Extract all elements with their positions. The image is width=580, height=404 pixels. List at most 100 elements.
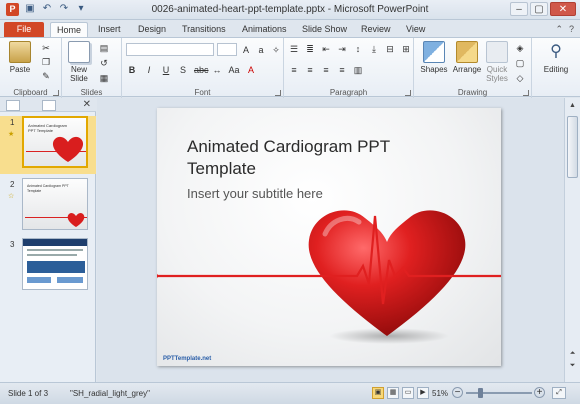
reset-icon[interactable]: ↺	[98, 57, 110, 69]
next-slide-icon[interactable]: ⏷	[567, 360, 578, 371]
close-pane-icon[interactable]: ✕	[83, 99, 91, 110]
smartart-icon[interactable]: ⊞	[400, 43, 412, 55]
slide-thumbnail-3[interactable]: 3	[0, 238, 96, 296]
drawing-launcher-icon[interactable]	[523, 90, 529, 96]
theme-name[interactable]: "SH_radial_light_grey"	[70, 389, 150, 398]
slide-title[interactable]: Animated Cardiogram PPT Template	[187, 136, 427, 180]
slide-subtitle[interactable]: Insert your subtitle here	[187, 186, 427, 201]
format-painter-icon[interactable]: ✎	[40, 70, 52, 82]
slides-tab-icon[interactable]	[6, 100, 20, 111]
align-right-icon[interactable]: ≡	[320, 64, 332, 76]
save-icon[interactable]: ▣	[24, 3, 36, 15]
line-spacing-icon[interactable]: ↕	[352, 43, 364, 55]
shrink-font-icon[interactable]: a	[255, 44, 267, 56]
reading-view-icon[interactable]: ▭	[402, 387, 414, 399]
columns-icon[interactable]: ▥	[352, 64, 364, 76]
powerpoint-window: P ▣ ↶ ↷ ▾ 0026-animated-heart-ppt-templa…	[0, 0, 580, 404]
tab-review[interactable]: Review	[355, 22, 397, 37]
ribbon-right-controls: ⌃ ?	[555, 24, 574, 35]
tab-transitions[interactable]: Transitions	[176, 22, 232, 37]
slides-small-buttons: ▤ ↺ ▦	[98, 42, 110, 84]
justify-icon[interactable]: ≡	[336, 64, 348, 76]
current-slide[interactable]: Animated Cardiogram PPT Template Insert …	[157, 108, 501, 366]
change-case-icon[interactable]: Aa	[228, 64, 240, 76]
editing-button[interactable]: ⚲ Editing	[539, 41, 573, 74]
shapes-button[interactable]: Shapes	[417, 41, 451, 74]
italic-icon[interactable]: I	[143, 64, 155, 76]
bullets-icon[interactable]: ☰	[288, 43, 300, 55]
font-name-dropdown[interactable]	[126, 43, 214, 56]
outline-tab-icon[interactable]	[42, 100, 56, 111]
numbering-icon[interactable]: ≣	[304, 43, 316, 55]
customize-icon[interactable]: ▾	[75, 3, 87, 15]
align-text-icon[interactable]: ⊟	[384, 43, 396, 55]
zoom-out-icon[interactable]: −	[452, 387, 463, 398]
grow-font-icon[interactable]: A	[240, 44, 252, 56]
strikethrough-icon[interactable]: abc	[194, 64, 209, 76]
tab-view[interactable]: View	[400, 22, 431, 37]
paste-button[interactable]: Paste	[4, 41, 36, 74]
scroll-up-icon[interactable]: ▲	[567, 100, 578, 111]
minimize-button[interactable]: –	[510, 2, 528, 16]
slide-thumbnail-1[interactable]: 1 ★ Animated Cardiogram PPT Template	[0, 116, 96, 174]
layout-icon[interactable]: ▤	[98, 42, 110, 54]
underline-icon[interactable]: U	[160, 64, 172, 76]
shadow-icon[interactable]: S	[177, 64, 189, 76]
window-controls: – ▢ ✕	[510, 2, 576, 16]
thumbnail-banner	[23, 239, 87, 246]
status-bar: Slide 1 of 3 "SH_radial_light_grey" ▣ ▦ …	[0, 382, 580, 404]
copy-icon[interactable]: ❐	[40, 56, 52, 68]
tab-file[interactable]: File	[4, 22, 44, 37]
paragraph-launcher-icon[interactable]	[405, 90, 411, 96]
cut-icon[interactable]: ✂	[40, 42, 52, 54]
tab-design[interactable]: Design	[132, 22, 172, 37]
slide-thumbnail-2[interactable]: 2 ☆ Animated Cardiogram PPT Template	[0, 178, 96, 236]
normal-view-icon[interactable]: ▣	[372, 387, 384, 399]
center-icon[interactable]: ≡	[304, 64, 316, 76]
slide-show-icon[interactable]: ▶	[417, 387, 429, 399]
character-spacing-icon[interactable]: ↔	[211, 64, 223, 76]
bold-icon[interactable]: B	[126, 64, 138, 76]
tab-home[interactable]: Home	[50, 22, 89, 37]
undo-icon[interactable]: ↶	[41, 3, 53, 15]
slide-number: 1	[10, 118, 15, 127]
maximize-button[interactable]: ▢	[530, 2, 548, 16]
align-left-icon[interactable]: ≡	[288, 64, 300, 76]
quick-styles-button[interactable]: Quick Styles	[482, 41, 512, 83]
slide-sorter-icon[interactable]: ▦	[387, 387, 399, 399]
clipboard-launcher-icon[interactable]	[53, 90, 59, 96]
increase-indent-icon[interactable]: ⇥	[336, 43, 348, 55]
tab-slide-show[interactable]: Slide Show	[296, 22, 353, 37]
decrease-indent-icon[interactable]: ⇤	[320, 43, 332, 55]
zoom-in-icon[interactable]: +	[534, 387, 545, 398]
zoom-slider-handle[interactable]	[478, 388, 483, 398]
close-button[interactable]: ✕	[550, 2, 576, 16]
redo-icon[interactable]: ↷	[58, 3, 70, 15]
arrange-button[interactable]: Arrange	[450, 41, 484, 74]
tab-animations[interactable]: Animations	[236, 22, 293, 37]
editing-group: ⚲ Editing	[532, 38, 580, 98]
font-color-icon[interactable]: A	[245, 64, 257, 76]
vertical-scrollbar[interactable]: ▲ ⏶ ⏷	[564, 98, 580, 382]
font-launcher-icon[interactable]	[275, 90, 281, 96]
zoom-level[interactable]: 51%	[432, 389, 448, 398]
previous-slide-icon[interactable]: ⏶	[567, 348, 578, 359]
fit-to-window-icon[interactable]: ⤢	[552, 387, 566, 399]
zoom-slider-track[interactable]	[466, 392, 532, 394]
clear-formatting-icon[interactable]: ✧	[270, 44, 282, 56]
shapes-icon	[423, 41, 445, 63]
shape-outline-icon[interactable]: ▢	[514, 57, 526, 69]
shape-effects-icon[interactable]: ◇	[514, 72, 526, 84]
section-icon[interactable]: ▦	[98, 72, 110, 84]
font-size-dropdown[interactable]	[217, 43, 237, 56]
tab-insert[interactable]: Insert	[92, 22, 127, 37]
shape-fill-icon[interactable]: ◈	[514, 42, 526, 54]
help-icon[interactable]: ?	[569, 24, 574, 35]
scroll-thumb[interactable]	[567, 116, 578, 178]
text-direction-icon[interactable]: ⤓	[368, 43, 380, 55]
minimize-ribbon-icon[interactable]: ⌃	[555, 24, 563, 35]
new-slide-button[interactable]: New Slide	[64, 41, 94, 83]
thumbnail-logo	[27, 277, 51, 283]
paragraph-label: Paragraph	[329, 88, 368, 97]
powerpoint-app-icon[interactable]: P	[6, 3, 19, 16]
